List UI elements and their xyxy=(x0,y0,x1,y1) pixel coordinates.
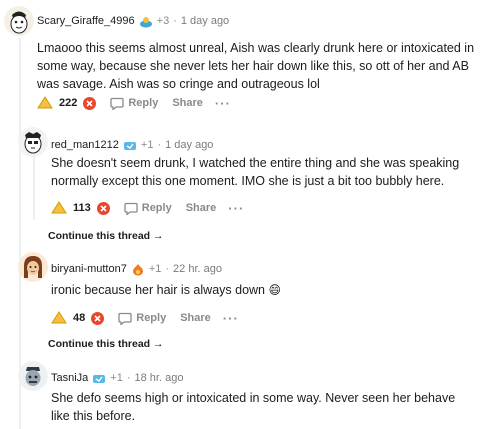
avatar-icon xyxy=(18,127,48,157)
flair-icon xyxy=(139,16,152,27)
award-count: +1 xyxy=(140,139,154,151)
avatar-icon xyxy=(18,252,48,282)
reply-icon xyxy=(110,97,125,110)
more-options-button[interactable]: ··· xyxy=(228,201,244,216)
reply-label: Reply xyxy=(128,97,159,109)
vote-score: 48 xyxy=(73,312,86,324)
vote-score: 113 xyxy=(73,202,91,214)
avatar-icon xyxy=(18,361,48,391)
downvote-icon[interactable] xyxy=(91,311,105,325)
username[interactable]: Scary_Giraffe_4996 xyxy=(37,14,135,28)
reply-button[interactable]: Reply xyxy=(124,202,172,215)
comment-body: ironic because her hair is always down 😄 xyxy=(51,281,481,299)
continue-thread-link[interactable]: Continue this thread → xyxy=(48,230,164,242)
comment-body: Lmaooo this seems almost unreal, Aish wa… xyxy=(37,41,475,91)
timestamp[interactable]: 18 hr. ago xyxy=(135,371,184,385)
reply-button[interactable]: Reply xyxy=(118,312,166,325)
separator: · xyxy=(165,263,170,275)
username[interactable]: biryani-mutton7 xyxy=(51,262,127,276)
flair-icon xyxy=(123,141,136,150)
timestamp[interactable]: 1 day ago xyxy=(165,138,213,152)
more-options-button[interactable]: ··· xyxy=(215,96,231,111)
reply-label: Reply xyxy=(141,202,172,214)
more-options-button[interactable]: ··· xyxy=(223,311,239,326)
avatar[interactable] xyxy=(18,361,48,391)
comment-actions: 113 Reply Share ··· xyxy=(51,198,244,218)
award-count: +1 xyxy=(148,263,162,275)
upvote-icon[interactable] xyxy=(51,311,67,325)
comment-actions: 48 Reply Share ··· xyxy=(51,308,239,328)
continue-thread-link[interactable]: Continue this thread → xyxy=(48,338,164,350)
share-button[interactable]: Share xyxy=(172,97,203,109)
reply-icon xyxy=(118,312,132,325)
timestamp[interactable]: 1 day ago xyxy=(181,14,229,28)
downvote-icon[interactable] xyxy=(83,96,97,110)
laughing-emoji-icon: 😄 xyxy=(268,283,281,297)
award-count: +3 xyxy=(156,15,170,27)
avatar[interactable] xyxy=(18,127,48,157)
flair-icon xyxy=(93,374,106,383)
username[interactable]: TasniJa xyxy=(51,371,88,385)
thread-line-reply[interactable] xyxy=(33,150,35,220)
reply-button[interactable]: Reply xyxy=(110,97,158,110)
share-button[interactable]: Share xyxy=(180,312,211,324)
reply-icon xyxy=(124,202,138,215)
flair-icon xyxy=(132,263,143,275)
separator: · xyxy=(157,139,162,151)
upvote-icon[interactable] xyxy=(37,96,53,110)
comment-actions: 222 Reply Share ··· xyxy=(37,93,231,113)
comment-body: She doesn't seem drunk, I watched the en… xyxy=(51,156,460,188)
username[interactable]: red_man1212 xyxy=(51,138,119,152)
award-count: +1 xyxy=(110,372,123,384)
share-button[interactable]: Share xyxy=(186,202,217,214)
reply-label: Reply xyxy=(136,312,167,324)
upvote-icon[interactable] xyxy=(51,201,67,215)
separator: · xyxy=(126,372,131,384)
comment-text: ironic because her hair is always down xyxy=(51,283,265,297)
downvote-icon[interactable] xyxy=(96,201,110,215)
vote-score: 222 xyxy=(59,97,78,109)
timestamp[interactable]: 22 hr. ago xyxy=(173,262,222,276)
separator: · xyxy=(173,15,177,27)
comment-body: She defo seems high or intoxicated in so… xyxy=(51,391,456,423)
avatar[interactable] xyxy=(18,252,48,282)
avatar-icon xyxy=(4,6,34,36)
avatar[interactable] xyxy=(4,6,34,36)
